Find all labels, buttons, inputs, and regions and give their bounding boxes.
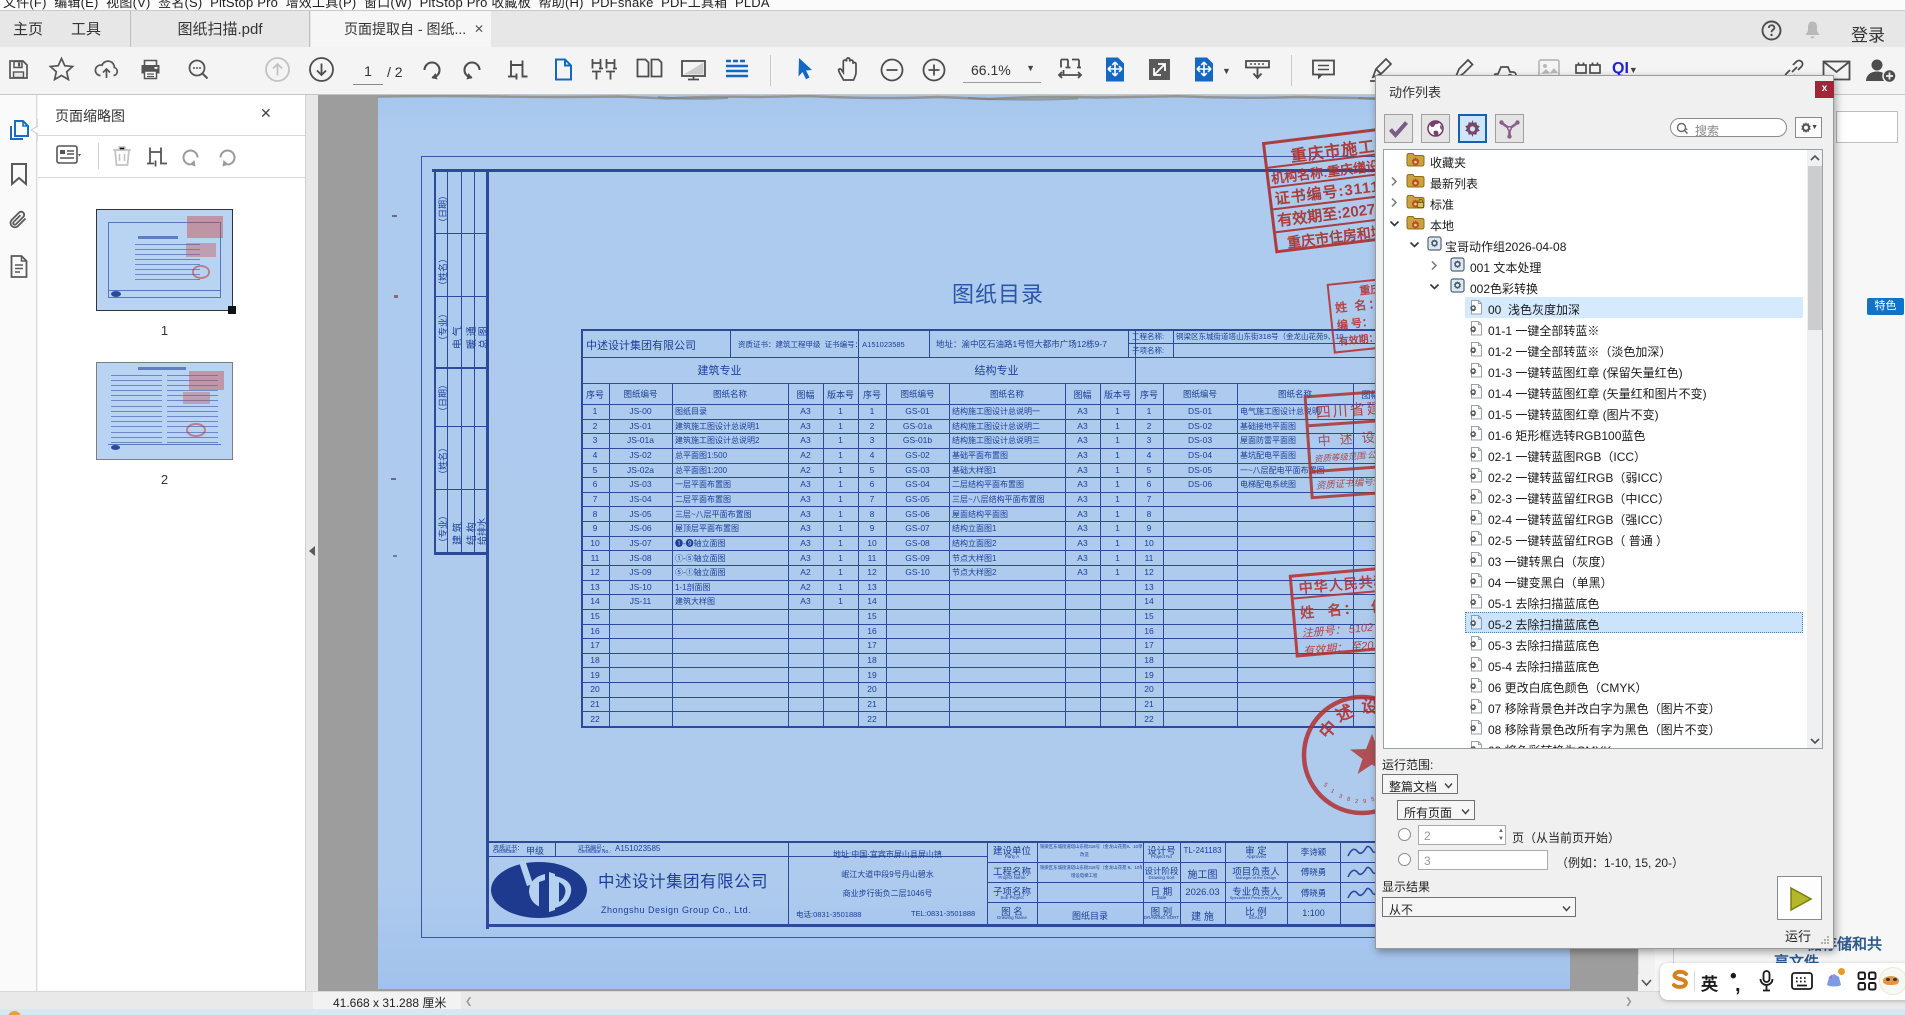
svg-text:5: 5 xyxy=(1322,782,1329,789)
svg-text:2: 2 xyxy=(1355,799,1360,805)
svg-text:1: 1 xyxy=(1329,788,1335,795)
svg-text:9: 9 xyxy=(1363,799,1367,805)
svg-text:3: 3 xyxy=(1338,793,1344,800)
svg-text:中: 中 xyxy=(1315,716,1341,742)
svg-text:8: 8 xyxy=(1346,797,1351,804)
